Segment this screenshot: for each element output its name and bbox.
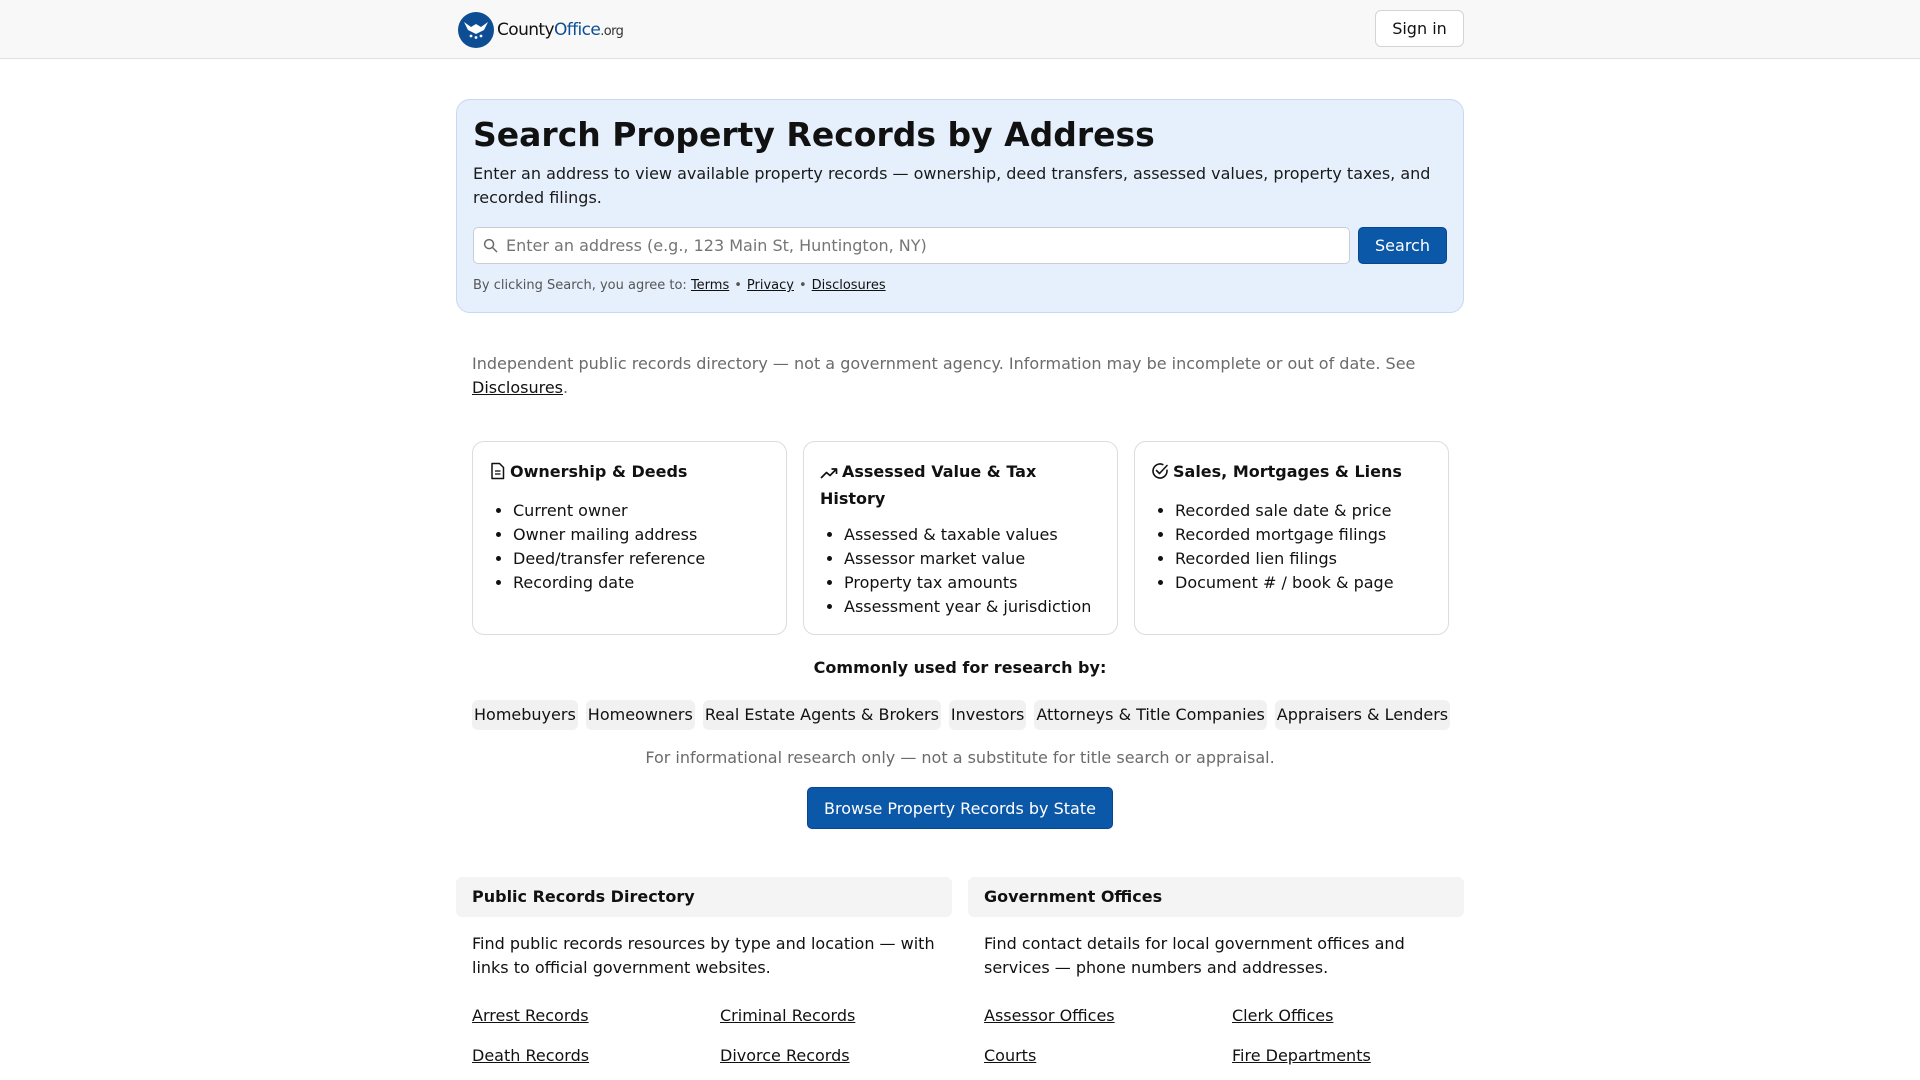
- disclosures-link[interactable]: Disclosures: [812, 278, 886, 293]
- address-search-input[interactable]: [506, 236, 1349, 255]
- list-item: Assessor market value: [844, 547, 1091, 571]
- list-item: Recorded lien filings: [1175, 547, 1394, 571]
- fire-departments-link[interactable]: Fire Departments: [1232, 1046, 1371, 1065]
- card-title-text: Sales, Mortgages & Liens: [1173, 462, 1402, 481]
- sign-in-button[interactable]: Sign in: [1375, 10, 1464, 47]
- logo-brand: Office: [553, 20, 601, 40]
- list-item: Assessment year & jurisdiction: [844, 595, 1091, 619]
- document-icon: [489, 462, 506, 487]
- audience-chip: Homeowners: [585, 700, 695, 730]
- agreement-text: By clicking Search, you agree to: Terms •…: [473, 278, 886, 293]
- page-title: Search Property Records by Address: [473, 115, 1155, 154]
- audience-chip: Attorneys & Title Companies: [1034, 700, 1267, 730]
- card-title-text: Assessed Value & Tax History: [820, 462, 1037, 508]
- terms-link[interactable]: Terms: [691, 278, 729, 293]
- list-item: Deed/transfer reference: [513, 547, 705, 571]
- card-title: Assessed Value & Tax History: [820, 460, 1105, 511]
- card-list: Assessed & taxable values Assessor marke…: [844, 523, 1091, 619]
- card-ownership-deeds: Ownership & Deeds Current owner Owner ma…: [472, 441, 787, 635]
- directory-notice: Independent public records directory — n…: [472, 352, 1462, 400]
- informational-note: For informational research only — not a …: [645, 748, 1275, 767]
- audience-chips: Homebuyers Homeowners Real Estate Agents…: [472, 700, 1451, 730]
- government-offices-description: Find contact details for local governmen…: [984, 934, 1405, 977]
- search-button[interactable]: Search: [1358, 227, 1447, 264]
- search-hero: Search Property Records by Address Enter…: [456, 99, 1464, 313]
- separator-dot: •: [734, 278, 742, 293]
- notice-text: Independent public records directory — n…: [472, 354, 1416, 373]
- check-circle-icon: [1151, 462, 1169, 487]
- death-records-link[interactable]: Death Records: [472, 1046, 589, 1065]
- audience-chip: Real Estate Agents & Brokers: [702, 700, 941, 730]
- audience-chip: Homebuyers: [472, 700, 578, 730]
- card-title: Sales, Mortgages & Liens: [1151, 460, 1436, 487]
- site-logo[interactable]: CountyOffice.org: [458, 12, 624, 48]
- list-item: Recording date: [513, 571, 705, 595]
- list-item: Owner mailing address: [513, 523, 705, 547]
- audience-chip: Appraisers & Lenders: [1274, 700, 1451, 730]
- list-item: Assessed & taxable values: [844, 523, 1091, 547]
- public-records-description: Find public records resources by type an…: [472, 934, 935, 977]
- card-list: Current owner Owner mailing address Deed…: [513, 499, 705, 595]
- privacy-link[interactable]: Privacy: [747, 278, 794, 293]
- logo-wordmark: CountyOffice.org: [497, 20, 624, 40]
- hero-description: Enter an address to view available prope…: [473, 164, 1431, 207]
- list-item: Document # / book & page: [1175, 571, 1394, 595]
- audience-chip: Investors: [948, 700, 1027, 730]
- card-assessed-value: Assessed Value & Tax History Assessed & …: [803, 441, 1118, 635]
- list-item: Property tax amounts: [844, 571, 1091, 595]
- trending-up-icon: [820, 463, 838, 487]
- site-header: CountyOffice.org Sign in: [0, 0, 1920, 59]
- address-search-box: [473, 227, 1350, 264]
- notice-end: .: [563, 378, 569, 397]
- card-title-text: Ownership & Deeds: [510, 462, 688, 481]
- card-sales-mortgages-liens: Sales, Mortgages & Liens Recorded sale d…: [1134, 441, 1449, 635]
- card-list: Recorded sale date & price Recorded mort…: [1175, 499, 1394, 595]
- list-item: Recorded sale date & price: [1175, 499, 1394, 523]
- separator-dot: •: [799, 278, 807, 293]
- logo-prefix: County: [497, 20, 555, 40]
- clerk-offices-link[interactable]: Clerk Offices: [1232, 1006, 1333, 1025]
- courts-link[interactable]: Courts: [984, 1046, 1036, 1065]
- public-records-heading: Public Records Directory: [456, 877, 952, 917]
- browse-by-state-button[interactable]: Browse Property Records by State: [807, 787, 1113, 829]
- divorce-records-link[interactable]: Divorce Records: [720, 1046, 850, 1065]
- arrest-records-link[interactable]: Arrest Records: [472, 1006, 589, 1025]
- research-title: Commonly used for research by:: [813, 658, 1107, 677]
- list-item: Recorded mortgage filings: [1175, 523, 1394, 547]
- logo-tld: .org: [600, 24, 624, 39]
- list-item: Current owner: [513, 499, 705, 523]
- eagle-logo-icon: [458, 12, 494, 48]
- search-icon: [483, 238, 498, 253]
- agreement-label: By clicking Search, you agree to:: [473, 278, 687, 293]
- notice-disclosures-link[interactable]: Disclosures: [472, 378, 563, 397]
- assessor-offices-link[interactable]: Assessor Offices: [984, 1006, 1115, 1025]
- card-title: Ownership & Deeds: [489, 460, 774, 487]
- government-offices-heading: Government Offices: [968, 877, 1464, 917]
- criminal-records-link[interactable]: Criminal Records: [720, 1006, 855, 1025]
